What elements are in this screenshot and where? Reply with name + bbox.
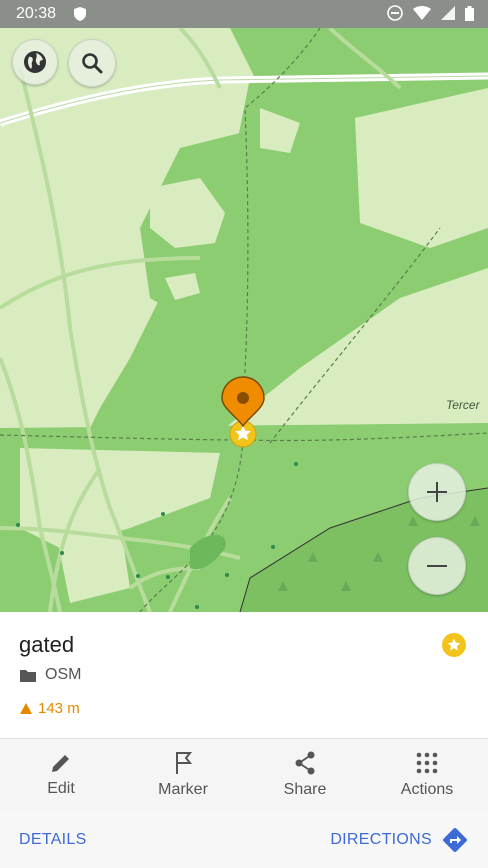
- map-canvas[interactable]: [0, 28, 488, 612]
- distance-value: 143 m: [38, 700, 80, 717]
- status-icons: [387, 5, 474, 21]
- zoom-in-button[interactable]: [408, 463, 466, 521]
- actions-label: Actions: [400, 781, 454, 798]
- wifi-icon: [413, 6, 431, 20]
- map-view[interactable]: Tercer: [0, 28, 488, 612]
- bottom-bar: DETAILS DIRECTIONS: [0, 811, 488, 868]
- direction-arrow-icon: [20, 703, 32, 714]
- search-button[interactable]: [68, 39, 116, 87]
- signal-icon: [441, 6, 455, 20]
- status-time: 20:38: [16, 5, 57, 22]
- action-bar: Edit Marker Share Actions: [0, 738, 488, 812]
- edit-button[interactable]: Edit: [0, 739, 122, 811]
- search-icon: [82, 53, 103, 74]
- map-layers-button[interactable]: [12, 39, 58, 85]
- folder-name: OSM: [45, 666, 82, 683]
- edit-label: Edit: [47, 780, 75, 797]
- minus-icon: [427, 565, 447, 567]
- favorite-icon: [442, 633, 466, 657]
- globe-icon: [24, 51, 46, 73]
- battery-icon: [465, 5, 474, 21]
- details-button[interactable]: DETAILS: [19, 831, 87, 849]
- grid-icon: [416, 752, 438, 774]
- more-actions-button[interactable]: Actions: [366, 739, 488, 811]
- place-distance: 143 m: [20, 700, 80, 717]
- directions-icon: [443, 828, 467, 852]
- flag-icon: [176, 752, 192, 774]
- status-bar: 20:38: [0, 0, 488, 28]
- share-icon: [295, 751, 315, 775]
- place-info-panel: gated OSM 143 m: [0, 612, 488, 738]
- street-label: Tercer: [446, 398, 480, 412]
- folder-icon: [20, 669, 36, 682]
- marker-label: Marker: [158, 781, 208, 798]
- shield-icon: [74, 7, 86, 21]
- directions-label: DIRECTIONS: [330, 831, 432, 848]
- share-label: Share: [283, 781, 327, 798]
- place-title: gated: [19, 632, 75, 657]
- share-button[interactable]: Share: [244, 739, 366, 811]
- place-folder: OSM: [20, 666, 81, 684]
- pencil-icon: [52, 755, 69, 772]
- marker-button[interactable]: Marker: [122, 739, 244, 811]
- do-not-disturb-icon: [387, 5, 403, 21]
- zoom-out-button[interactable]: [408, 537, 466, 595]
- plus-icon: [427, 482, 447, 502]
- directions-button[interactable]: DIRECTIONS: [330, 827, 468, 853]
